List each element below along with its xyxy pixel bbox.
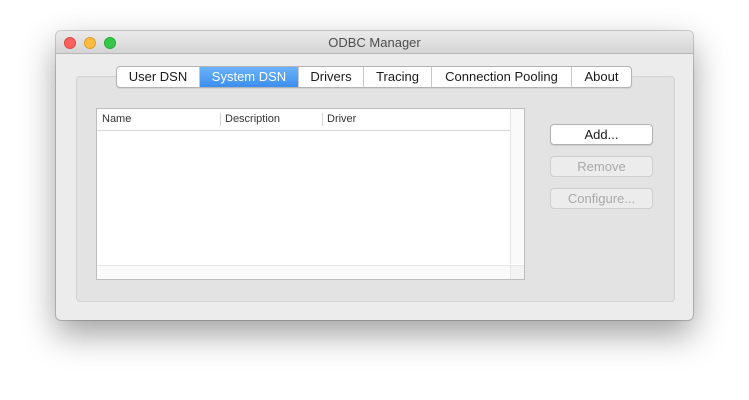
tab-connection-pooling[interactable]: Connection Pooling [432,67,572,87]
tab-tracing[interactable]: Tracing [364,67,432,87]
column-header-name[interactable]: Name [97,109,220,130]
remove-button[interactable]: Remove [550,156,653,177]
vertical-scrollbar[interactable] [510,109,524,264]
tab-user-dsn[interactable]: User DSN [117,67,200,87]
column-header-driver[interactable]: Driver [322,109,510,130]
column-header-description[interactable]: Description [220,109,322,130]
tab-bar: User DSN System DSN Drivers Tracing Conn… [116,66,632,88]
tab-drivers[interactable]: Drivers [299,67,364,87]
tab-system-dsn[interactable]: System DSN [200,67,299,87]
horizontal-scrollbar[interactable] [97,265,510,279]
title-bar[interactable]: ODBC Manager [56,31,693,54]
system-dsn-table[interactable]: Name Description Driver [96,108,525,280]
window-title: ODBC Manager [328,35,421,50]
configure-button[interactable]: Configure... [550,188,653,209]
add-button[interactable]: Add... [550,124,653,145]
tab-about[interactable]: About [572,67,631,87]
table-header: Name Description Driver [97,109,510,131]
odbc-manager-window: ODBC Manager User DSN System DSN Drivers… [56,31,693,320]
scroll-corner [510,265,524,279]
